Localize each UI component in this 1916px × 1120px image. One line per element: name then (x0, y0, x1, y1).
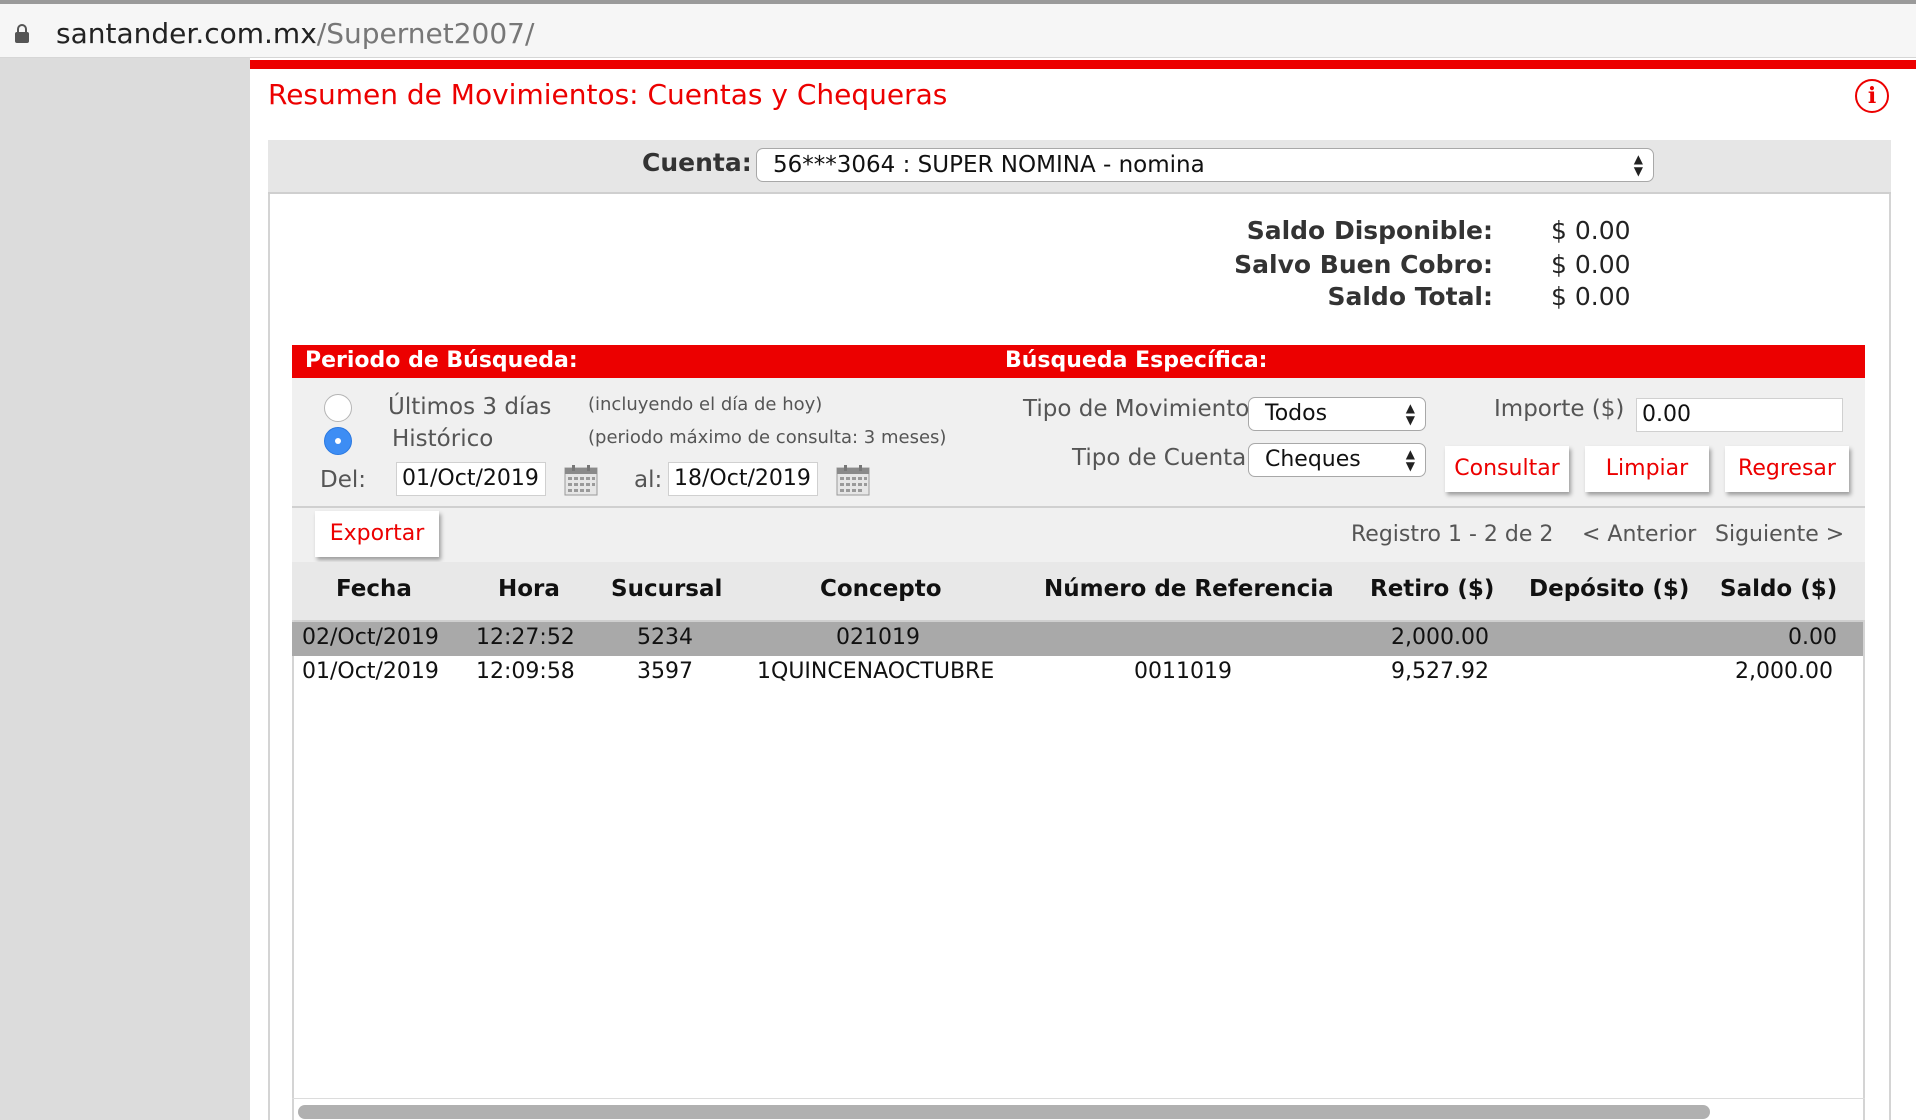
balance-pending-label: Salvo Buen Cobro: (1234, 250, 1493, 279)
lock-icon (15, 24, 29, 43)
cell-fecha: 01/Oct/2019 (302, 659, 439, 684)
balance-available-label: Saldo Disponible: (1246, 216, 1493, 245)
info-icon[interactable]: i (1855, 79, 1889, 113)
search-panel: Últimos 3 días (incluyendo el día de hoy… (292, 378, 1865, 508)
select-arrows-icon: ▲ ▼ (1405, 447, 1415, 473)
last-3-days-note: (incluyendo el día de hoy) (588, 394, 823, 415)
brand-red-bar (250, 60, 1916, 69)
col-saldo[interactable]: Saldo ($) (1720, 576, 1837, 602)
historic-label: Histórico (392, 426, 494, 452)
calendar-icon[interactable] (836, 464, 870, 496)
back-button[interactable]: Regresar (1725, 446, 1849, 492)
account-select[interactable]: 56***3064 : SUPER NOMINA - nomina ▲ ▼ (756, 148, 1654, 182)
to-label: al: (634, 467, 663, 493)
account-label: Cuenta: (642, 148, 752, 177)
table-row[interactable]: 01/Oct/2019 12:09:58 3597 1QUINCENAOCTUB… (292, 656, 1863, 690)
cell-sucursal: 5234 (637, 625, 693, 650)
cell-fecha: 02/Oct/2019 (302, 625, 439, 650)
table-body (292, 620, 1865, 1120)
clear-button[interactable]: Limpiar (1585, 446, 1709, 492)
left-sidebar (0, 58, 250, 1120)
table-header: Fecha Hora Sucursal Concepto Número de R… (292, 562, 1865, 622)
next-link[interactable]: Siguiente > (1715, 522, 1844, 547)
specific-search-header: Búsqueda Específica: (1005, 348, 1268, 373)
col-fecha[interactable]: Fecha (336, 576, 412, 602)
url-text[interactable]: santander.com.mx/Supernet2007/ (56, 17, 534, 50)
cell-hora: 12:09:58 (476, 659, 575, 684)
radio-historic[interactable] (324, 427, 352, 455)
cell-concepto: 1QUINCENAOCTUBRE (757, 659, 995, 684)
url-domain: santander.com.mx (56, 17, 317, 50)
account-type-select[interactable]: Cheques ▲ ▼ (1248, 443, 1426, 477)
account-type-label: Tipo de Cuenta (1072, 445, 1247, 471)
url-path: /Supernet2007/ (316, 17, 535, 50)
from-label: Del: (320, 467, 366, 493)
col-deposito[interactable]: Depósito ($) (1529, 576, 1689, 602)
select-arrows-icon: ▲ ▼ (1633, 152, 1643, 178)
balance-available-value: $ 0.00 (1551, 216, 1631, 245)
table-bottom-divider (292, 1098, 1865, 1099)
table-row[interactable]: 02/Oct/2019 12:27:52 5234 021019 2,000.0… (292, 622, 1863, 656)
cell-saldo: 2,000.00 (1735, 659, 1833, 684)
cell-concepto: 021019 (836, 625, 920, 650)
cell-hora: 12:27:52 (476, 625, 575, 650)
to-date-input[interactable]: 18/Oct/2019 (668, 462, 818, 496)
movement-type-value: Todos (1265, 401, 1328, 426)
balance-pending-value: $ 0.00 (1551, 250, 1631, 279)
calendar-icon[interactable] (564, 464, 598, 496)
movement-type-select[interactable]: Todos ▲ ▼ (1248, 397, 1426, 431)
results-toolbar: Exportar Registro 1 - 2 de 2 < Anterior … (292, 508, 1865, 562)
account-type-value: Cheques (1265, 447, 1361, 472)
horizontal-scrollbar[interactable] (298, 1105, 1710, 1119)
balance-total-value: $ 0.00 (1551, 282, 1631, 311)
account-select-value: 56***3064 : SUPER NOMINA - nomina (773, 152, 1205, 178)
amount-label: Importe ($) (1494, 396, 1625, 422)
search-header: Periodo de Búsqueda: Búsqueda Específica… (292, 345, 1865, 378)
col-concepto[interactable]: Concepto (820, 576, 942, 602)
account-selector-bar: Cuenta: 56***3064 : SUPER NOMINA - nomin… (268, 140, 1891, 194)
cell-referencia: 0011019 (1134, 659, 1232, 684)
radio-last-3-days[interactable] (324, 394, 352, 422)
browser-address-bar[interactable]: santander.com.mx/Supernet2007/ (0, 0, 1916, 58)
export-button[interactable]: Exportar (315, 511, 439, 557)
records-count: Registro 1 - 2 de 2 (1351, 522, 1554, 547)
cell-saldo: 0.00 (1788, 625, 1837, 650)
balance-total-label: Saldo Total: (1327, 282, 1493, 311)
amount-input[interactable]: 0.00 (1636, 398, 1843, 432)
col-referencia[interactable]: Número de Referencia (1044, 576, 1334, 602)
last-3-days-label: Últimos 3 días (388, 394, 552, 420)
movement-type-label: Tipo de Movimiento (1023, 396, 1250, 422)
col-sucursal[interactable]: Sucursal (611, 576, 722, 602)
page-title: Resumen de Movimientos: Cuentas y Cheque… (268, 78, 948, 111)
cell-sucursal: 3597 (637, 659, 693, 684)
col-hora[interactable]: Hora (498, 576, 560, 602)
previous-link[interactable]: < Anterior (1582, 522, 1696, 547)
cell-retiro: 2,000.00 (1391, 625, 1489, 650)
period-header: Periodo de Búsqueda: (305, 348, 578, 373)
cell-retiro: 9,527.92 (1391, 659, 1489, 684)
col-retiro[interactable]: Retiro ($) (1370, 576, 1494, 602)
select-arrows-icon: ▲ ▼ (1405, 401, 1415, 427)
consult-button[interactable]: Consultar (1445, 446, 1569, 492)
from-date-input[interactable]: 01/Oct/2019 (396, 462, 546, 496)
historic-note: (periodo máximo de consulta: 3 meses) (588, 427, 947, 448)
